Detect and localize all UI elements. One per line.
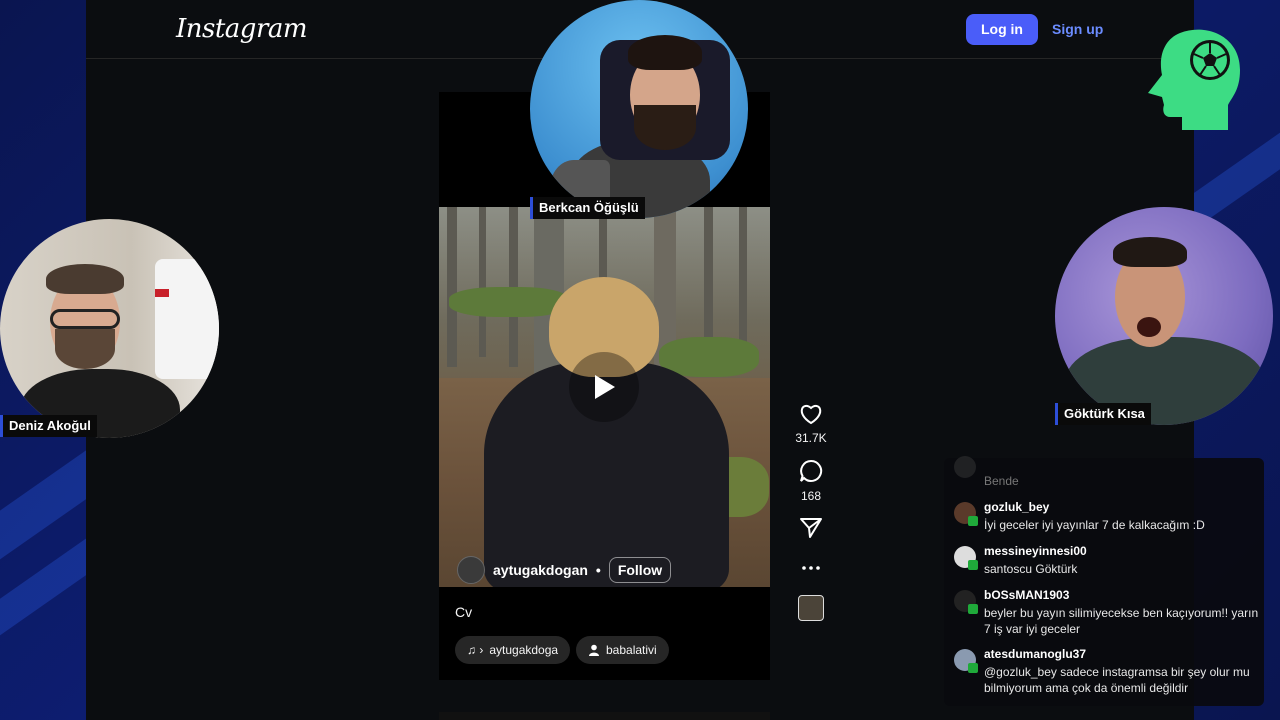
- more-action[interactable]: [801, 565, 821, 571]
- comment-count: 168: [800, 489, 822, 503]
- chat-username[interactable]: atesdumanoglu37: [984, 647, 1086, 661]
- author-name[interactable]: aytugakdogan: [493, 562, 588, 578]
- football-head-icon: [1148, 29, 1240, 131]
- chat-avatar: [954, 649, 978, 673]
- audio-name: aytugakdoga: [489, 643, 559, 657]
- webcam-deniz: [0, 219, 219, 438]
- person-icon: [589, 644, 599, 656]
- author-avatar[interactable]: [457, 556, 485, 584]
- chat-username[interactable]: messineyinnesi00: [984, 544, 1087, 558]
- signup-button[interactable]: Sign up: [1052, 14, 1103, 45]
- instagram-logo[interactable]: Instagram: [176, 14, 308, 44]
- reel-caption: Cv: [455, 604, 473, 620]
- chat-avatar: [954, 546, 978, 570]
- reel-video[interactable]: [439, 207, 770, 587]
- chat-text: İyi geceler iyi yayınlar 7 de kalkacağım…: [984, 518, 1205, 532]
- webcam-label-gokturk: Göktürk Kısa: [1055, 403, 1151, 425]
- play-icon: [595, 375, 615, 399]
- webcam-gokturk: [1055, 207, 1273, 425]
- reel-author-row: aytugakdogan • Follow: [457, 555, 672, 585]
- chat-avatar: [954, 502, 978, 526]
- chat-text: Bende: [984, 474, 1019, 488]
- webcam-label-berkcan: Berkcan Öğüşlü: [530, 197, 645, 219]
- audio-thumbnail[interactable]: [798, 595, 824, 621]
- chat-avatar: [954, 590, 978, 614]
- tag-name: babalativi: [606, 643, 657, 657]
- webcam-berkcan: [530, 0, 748, 218]
- audio-chip[interactable]: ♫ › aytugakdoga: [455, 636, 571, 664]
- chat-panel: Bende gozluk_bey İyi geceler iyi yayınla…: [944, 456, 1264, 706]
- send-icon: [800, 518, 822, 538]
- webcam-label-deniz: Deniz Akoğul: [0, 415, 97, 437]
- like-action[interactable]: 31.7K: [795, 403, 827, 445]
- like-count: 31.7K: [795, 431, 827, 445]
- separator-dot: •: [595, 562, 601, 578]
- share-action[interactable]: [799, 517, 823, 539]
- play-button[interactable]: [569, 352, 639, 422]
- tag-chip[interactable]: babalativi: [576, 636, 669, 664]
- chat-text: @gozluk_bey sadece instagramsa bir şey o…: [984, 665, 1250, 695]
- chat-text: santoscu Göktürk: [984, 562, 1078, 576]
- follow-button[interactable]: Follow: [608, 557, 672, 583]
- more-icon: [802, 566, 820, 570]
- heart-icon: [800, 404, 822, 425]
- comment-action[interactable]: 168: [799, 459, 823, 503]
- next-reel-edge: [439, 712, 770, 720]
- reel-actions: 31.7K 168: [786, 403, 836, 621]
- music-note-icon: ♫ ›: [467, 643, 484, 657]
- login-button[interactable]: Log in: [966, 14, 1038, 45]
- chat-username[interactable]: bOSsMAN1903: [984, 588, 1069, 602]
- chat-text: beyler bu yayın silimiyecekse ben kaçıyo…: [984, 606, 1259, 636]
- comment-icon: [800, 459, 823, 482]
- chat-username[interactable]: gozluk_bey: [984, 500, 1049, 514]
